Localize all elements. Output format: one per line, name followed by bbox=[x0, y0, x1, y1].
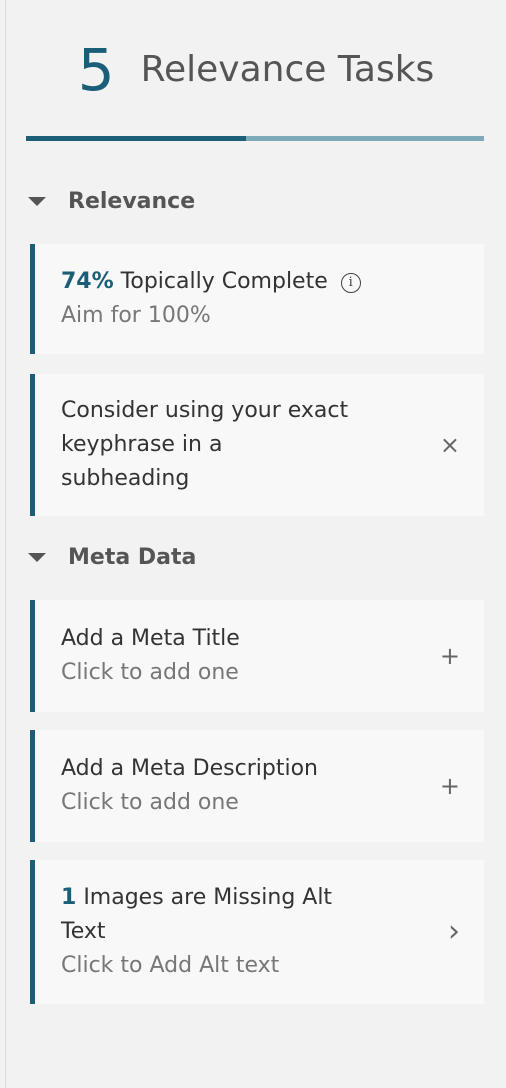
section-title-relevance: Relevance bbox=[68, 188, 196, 214]
card-subtitle: Click to add one bbox=[61, 660, 239, 685]
chevron-right-icon[interactable]: › bbox=[448, 917, 460, 947]
caret-down-icon bbox=[28, 196, 46, 206]
plus-icon[interactable]: + bbox=[440, 644, 460, 668]
task-card-meta-title[interactable]: Add a Meta Title Click to add one + bbox=[30, 600, 484, 712]
card-title: Add a Meta Title bbox=[61, 626, 240, 651]
topical-label: Topically Complete bbox=[120, 269, 328, 294]
card-subtitle: Aim for 100% bbox=[61, 303, 211, 328]
card-line-1: Consider using your exact bbox=[61, 398, 349, 423]
panel-header: 5 Relevance Tasks bbox=[6, 30, 506, 110]
section-header-relevance[interactable]: Relevance bbox=[26, 181, 486, 221]
card-subtitle: Click to add one bbox=[61, 790, 239, 815]
progress-bar bbox=[26, 136, 484, 141]
card-line-2: Text bbox=[61, 919, 106, 944]
caret-down-icon bbox=[28, 552, 46, 562]
card-line-3: subheading bbox=[61, 466, 190, 491]
info-icon[interactable]: i bbox=[340, 273, 361, 293]
plus-icon[interactable]: + bbox=[440, 774, 460, 798]
relevance-tasks-panel: 5 Relevance Tasks Relevance 74% Topicall… bbox=[6, 0, 506, 1088]
task-card-keyphrase-subheading[interactable]: Consider using your exact keyphrase in a… bbox=[30, 374, 484, 516]
alt-text-label: Images are Missing Alt bbox=[83, 885, 333, 910]
task-count: 5 bbox=[77, 36, 115, 104]
section-header-meta-data[interactable]: Meta Data bbox=[26, 537, 486, 577]
card-title: 74% Topically Complete i bbox=[61, 265, 424, 299]
task-card-meta-description[interactable]: Add a Meta Description Click to add one … bbox=[30, 730, 484, 842]
topical-percent: 74% bbox=[61, 269, 114, 294]
card-title: Add a Meta Description bbox=[61, 756, 318, 781]
card-line-1: 1 Images are Missing Alt bbox=[61, 881, 424, 915]
close-icon[interactable]: × bbox=[440, 433, 460, 457]
missing-alt-count: 1 bbox=[61, 885, 77, 910]
task-card-topical-completeness[interactable]: 74% Topically Complete i Aim for 100% bbox=[30, 244, 484, 354]
card-line-2: keyphrase in a bbox=[61, 432, 223, 457]
task-card-missing-alt-text[interactable]: 1 Images are Missing Alt Text Click to A… bbox=[30, 860, 484, 1004]
card-subtitle: Click to Add Alt text bbox=[61, 953, 280, 978]
section-title-meta-data: Meta Data bbox=[68, 544, 197, 570]
panel-title: Relevance Tasks bbox=[140, 49, 435, 90]
progress-bar-fill bbox=[26, 136, 246, 141]
